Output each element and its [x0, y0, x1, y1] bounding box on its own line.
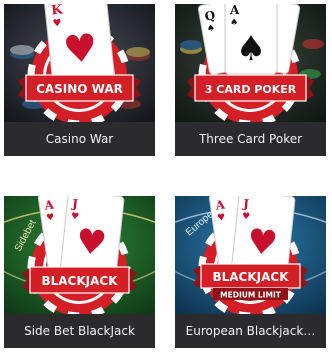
svg-text:BLACKJACK: BLACKJACK [212, 270, 289, 284]
svg-text:♥: ♥ [52, 18, 62, 30]
game-title: Three Card Poker [175, 122, 326, 156]
game-title: European Blackjack… [175, 314, 326, 348]
game-tile-european-blackjack[interactable]: European A ♥ J ♥ ♥ BLACKJACK MEDIUM LIMI… [175, 196, 326, 348]
game-thumbnail: K ♥ ♥ CASINO WAR [4, 4, 155, 122]
game-logo-ribbon: 3 CARD POKER [187, 74, 314, 102]
svg-text:♠: ♠ [230, 18, 238, 28]
game-thumbnail: European A ♥ J ♥ ♥ BLACKJACK MEDIUM LIMI… [175, 196, 326, 314]
game-logo-ribbon: BLACKJACK [22, 266, 137, 294]
svg-text:♠: ♠ [236, 29, 266, 69]
svg-text:♥: ♥ [245, 221, 279, 264]
game-tile-three-card-poker[interactable]: Q ♠ K ♠ A ♠ ♠ 3 CARD POKER Thre [175, 4, 326, 156]
svg-text:3 CARD POKER: 3 CARD POKER [205, 83, 297, 96]
svg-text:♥: ♥ [46, 213, 55, 224]
game-thumbnail: Sidebet A ♥ J ♥ ♥ BLACKJACK [4, 196, 155, 314]
game-title: Side Bet BlackJack [4, 314, 155, 348]
svg-text:♠: ♠ [206, 23, 216, 34]
svg-text:K: K [51, 4, 65, 19]
game-tile-side-bet-blackjack[interactable]: Sidebet A ♥ J ♥ ♥ BLACKJACK Side Bet Bla… [4, 196, 155, 348]
svg-text:CASINO WAR: CASINO WAR [36, 82, 123, 96]
playing-card-icon: A ♠ ♠ [224, 4, 278, 75]
limit-label: MEDIUM LIMIT [220, 291, 282, 300]
game-thumbnail: Q ♠ K ♠ A ♠ ♠ 3 CARD POKER [175, 4, 326, 122]
game-tile-casino-war[interactable]: K ♥ ♥ CASINO WAR Casino War [4, 4, 155, 156]
svg-text:A: A [229, 4, 240, 17]
svg-text:♥: ♥ [217, 213, 226, 224]
playing-card-icon: K ♥ ♥ [43, 4, 115, 83]
svg-text:♥: ♥ [61, 25, 99, 72]
playing-card-icon: J ♥ ♥ [59, 196, 125, 279]
svg-text:♥: ♥ [74, 221, 108, 264]
svg-text:BLACKJACK: BLACKJACK [41, 274, 118, 288]
game-title: Casino War [4, 122, 155, 156]
game-logo-ribbon: CASINO WAR [18, 74, 141, 102]
